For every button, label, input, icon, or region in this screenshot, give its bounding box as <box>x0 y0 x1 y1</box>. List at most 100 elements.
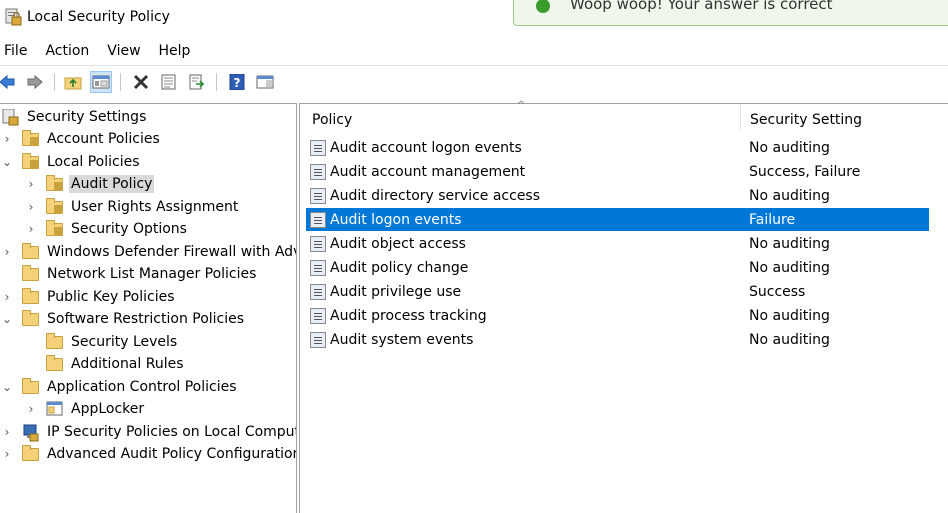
delete-button[interactable] <box>130 71 152 93</box>
chevron-right-icon[interactable]: › <box>24 402 38 416</box>
tree-item-public-key-policies[interactable]: › Public Key Policies <box>0 286 177 308</box>
security-setting: Failure <box>749 211 796 228</box>
chevron-right-icon[interactable]: › <box>24 177 38 191</box>
tree-item-account-policies[interactable]: › Account Policies <box>0 128 162 150</box>
tree-item-label: Software Restriction Policies <box>47 311 245 327</box>
table-row[interactable]: Audit directory service access No auditi… <box>306 184 929 207</box>
policy-icon <box>310 139 326 156</box>
policy-name: Audit account management <box>330 163 526 180</box>
chevron-right-icon[interactable]: › <box>24 222 38 236</box>
properties-button[interactable] <box>158 71 180 93</box>
tree-item-security-levels[interactable]: Security Levels <box>24 331 179 353</box>
tree-item-label: Network List Manager Policies <box>47 266 257 282</box>
tree-item-ip-security-policies[interactable]: › IP Security Policies on Local Compute <box>0 421 296 443</box>
folder-lock-icon <box>46 198 64 215</box>
tree-item-label: Security Options <box>71 221 187 237</box>
folder-lock-icon <box>22 153 40 170</box>
table-row[interactable]: Audit system events No auditing <box>306 328 929 351</box>
security-policy-icon <box>5 8 22 26</box>
forward-button[interactable] <box>24 71 46 93</box>
show-hide-tree-button[interactable] <box>90 71 112 93</box>
export-icon <box>189 74 205 90</box>
export-list-button[interactable] <box>186 71 208 93</box>
policy-icon <box>310 187 326 204</box>
tree-item-security-settings[interactable]: Security Settings <box>2 106 148 128</box>
tree-item-security-options[interactable]: › Security Options <box>24 218 189 240</box>
folder-icon <box>22 265 40 282</box>
chevron-down-icon[interactable]: ⌄ <box>0 155 14 169</box>
tree-item-label: Account Policies <box>47 131 160 147</box>
help-button[interactable]: ? <box>226 71 248 93</box>
menu-help[interactable]: Help <box>155 40 199 62</box>
up-one-level-button[interactable] <box>62 71 84 93</box>
folder-icon <box>22 310 40 327</box>
tree-item-network-list-manager[interactable]: Network List Manager Policies <box>0 263 258 285</box>
folder-lock-icon <box>22 130 40 147</box>
table-row[interactable]: Audit policy change No auditing <box>306 256 929 279</box>
show-action-pane-button[interactable] <box>254 71 276 93</box>
back-button[interactable] <box>0 71 18 93</box>
tree-item-applocker[interactable]: › AppLocker <box>24 398 146 420</box>
policy-icon <box>310 307 326 324</box>
chevron-right-icon[interactable]: › <box>0 245 14 259</box>
policy-name: Audit system events <box>330 331 474 348</box>
security-setting: Success, Failure <box>749 163 861 180</box>
toolbar: ? <box>0 69 948 95</box>
tree-item-windows-defender-firewall[interactable]: › Windows Defender Firewall with Adva <box>0 241 296 263</box>
folder-up-icon <box>64 77 82 90</box>
details-pane[interactable]: Policy Security Setting Audit account lo… <box>299 103 948 513</box>
menu-action[interactable]: Action <box>41 40 97 62</box>
arrow-right-icon <box>27 74 43 90</box>
security-setting: Success <box>749 283 806 300</box>
console-tree[interactable]: Security Settings › Account Policies ⌄ L… <box>0 103 297 513</box>
tree-item-label: Audit Policy <box>69 175 155 193</box>
table-row-selected[interactable]: Audit logon events Failure <box>306 208 929 231</box>
folder-icon <box>22 378 40 395</box>
chevron-right-icon[interactable]: › <box>0 447 14 461</box>
delete-x-icon <box>133 74 149 90</box>
chevron-down-icon[interactable]: ⌄ <box>0 380 14 394</box>
policy-icon <box>310 259 326 276</box>
security-setting: No auditing <box>749 259 830 276</box>
tree-item-audit-policy[interactable]: › Audit Policy <box>24 173 155 195</box>
chevron-right-icon[interactable]: › <box>0 290 14 304</box>
chevron-down-icon[interactable]: ⌄ <box>0 312 14 326</box>
policy-name: Audit privilege use <box>330 283 462 300</box>
table-row[interactable]: Audit object access No auditing <box>306 232 929 255</box>
table-row[interactable]: Audit privilege use Success <box>306 280 929 303</box>
policy-name: Audit object access <box>330 235 466 252</box>
policy-name: Audit policy change <box>330 259 469 276</box>
menu-file[interactable]: File <box>0 40 35 62</box>
column-header-security-setting[interactable]: Security Setting <box>738 104 938 134</box>
tree-item-label: Local Policies <box>47 154 140 170</box>
tree-item-application-control-policies[interactable]: ⌄ Application Control Policies <box>0 376 239 398</box>
table-row[interactable]: Audit account management Success, Failur… <box>306 160 929 183</box>
arrow-left-icon <box>0 74 15 90</box>
table-row[interactable]: Audit account logon events No auditing <box>306 136 929 159</box>
menu-bar: File Action View Help <box>0 40 204 62</box>
chevron-right-icon[interactable]: › <box>0 425 14 439</box>
security-setting: No auditing <box>749 307 830 324</box>
tree-item-local-policies[interactable]: ⌄ Local Policies <box>0 151 142 173</box>
tree-item-label: Public Key Policies <box>47 289 175 305</box>
toolbar-separator <box>216 73 217 91</box>
policy-icon <box>310 331 326 348</box>
column-divider[interactable] <box>740 104 741 130</box>
tree-item-user-rights-assignment[interactable]: › User Rights Assignment <box>24 196 240 218</box>
tree-item-software-restriction-policies[interactable]: ⌄ Software Restriction Policies <box>0 308 246 330</box>
tree-item-additional-rules[interactable]: Additional Rules <box>24 353 186 375</box>
chevron-right-icon[interactable]: › <box>24 200 38 214</box>
toast-message: Woop woop! Your answer is correct <box>570 0 833 13</box>
tree-item-label: Security Levels <box>71 334 178 350</box>
menu-view[interactable]: View <box>103 40 148 62</box>
tree-item-advanced-audit-policy[interactable]: › Advanced Audit Policy Configuration <box>0 443 296 465</box>
help-icon: ? <box>229 74 245 90</box>
table-row[interactable]: Audit process tracking No auditing <box>306 304 929 327</box>
folder-icon <box>22 288 40 305</box>
chevron-right-icon[interactable]: › <box>0 132 14 146</box>
policy-icon <box>310 211 326 228</box>
sort-ascending-icon: ^ <box>517 100 526 111</box>
policy-name: Audit process tracking <box>330 307 487 324</box>
